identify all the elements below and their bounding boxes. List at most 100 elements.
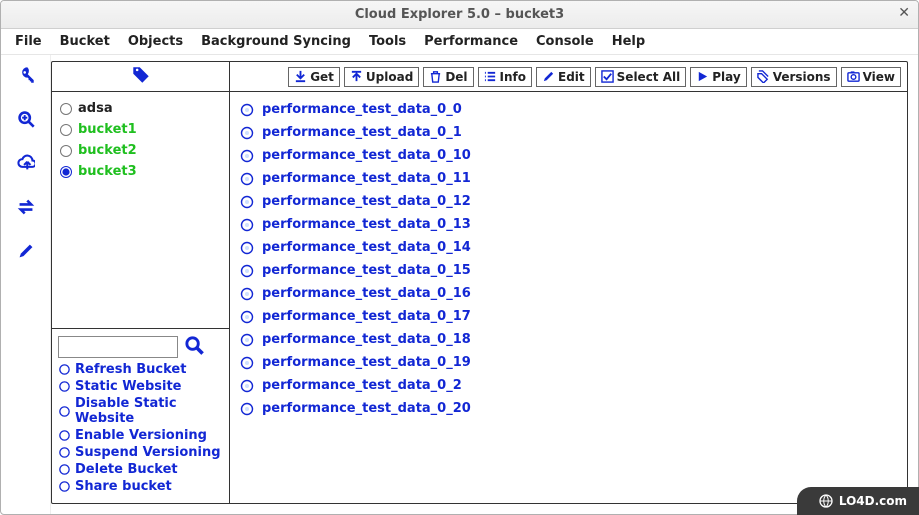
bucket-action-label: Disable Static Website: [75, 396, 223, 426]
main-area: adsa bucket1bucket2bucket3 Refresh Bucket…: [1, 55, 918, 514]
radio-off-icon: [58, 446, 71, 459]
object-list[interactable]: performance_test_data_0_0 performance_tes…: [230, 92, 907, 503]
key-icon[interactable]: [16, 65, 36, 85]
object-icon: [240, 195, 254, 209]
edit-button[interactable]: Edit: [536, 67, 591, 87]
menu-file[interactable]: File: [7, 31, 50, 52]
object-name: performance_test_data_0_11: [262, 171, 471, 186]
app-window: Cloud Explorer 5.0 – bucket3 ✕ File Buck…: [0, 0, 919, 515]
object-row[interactable]: performance_test_data_0_13: [240, 213, 907, 236]
radio-off-icon: [58, 429, 71, 442]
object-row[interactable]: performance_test_data_0_18: [240, 328, 907, 351]
bucket-radio[interactable]: [60, 166, 72, 178]
close-icon[interactable]: ✕: [898, 5, 910, 21]
object-icon: [240, 356, 254, 370]
bucket-row[interactable]: bucket2: [60, 140, 221, 161]
bucket-radio[interactable]: [60, 124, 72, 136]
menu-tools[interactable]: Tools: [361, 31, 414, 52]
object-name: performance_test_data_0_1: [262, 125, 462, 140]
info-button[interactable]: Info: [478, 67, 532, 87]
object-icon: [240, 149, 254, 163]
search-icon[interactable]: [184, 335, 204, 359]
bucket-row[interactable]: bucket1: [60, 119, 221, 140]
sync-icon[interactable]: [16, 197, 36, 217]
object-name: performance_test_data_0_15: [262, 263, 471, 278]
object-row[interactable]: performance_test_data_0_1: [240, 121, 907, 144]
object-row[interactable]: performance_test_data_0_20: [240, 397, 907, 420]
get-button[interactable]: Get: [288, 67, 340, 87]
object-name: performance_test_data_0_10: [262, 148, 471, 163]
radio-off-icon: [58, 480, 71, 493]
object-row[interactable]: performance_test_data_0_17: [240, 305, 907, 328]
object-icon: [240, 172, 254, 186]
play-button[interactable]: Play: [690, 67, 746, 87]
versions-button[interactable]: Versions: [751, 67, 837, 87]
bucket-row[interactable]: adsa: [60, 98, 221, 119]
bucket-actions: Refresh BucketStatic WebsiteDisable Stat…: [52, 359, 229, 503]
bucket-radio[interactable]: [60, 145, 72, 157]
object-icon: [240, 287, 254, 301]
object-name: performance_test_data_0_20: [262, 401, 471, 416]
object-icon: [240, 264, 254, 278]
site-badge-text: LO4D.com: [839, 494, 907, 508]
bucket-action[interactable]: Static Website: [58, 378, 223, 395]
info-label: Info: [500, 70, 526, 84]
menu-bar: File Bucket Objects Background Syncing T…: [1, 29, 918, 55]
object-row[interactable]: performance_test_data_0_10: [240, 144, 907, 167]
object-icon: [240, 241, 254, 255]
bucket-action[interactable]: Disable Static Website: [58, 395, 223, 427]
object-row[interactable]: performance_test_data_0_0: [240, 98, 907, 121]
zoom-in-icon[interactable]: [16, 109, 36, 129]
object-icon: [240, 402, 254, 416]
object-row[interactable]: performance_test_data_0_16: [240, 282, 907, 305]
delete-button[interactable]: Del: [423, 67, 473, 87]
bucket-action-label: Refresh Bucket: [75, 362, 186, 377]
object-list-wrap: performance_test_data_0_0 performance_tes…: [230, 92, 907, 503]
object-icon: [240, 310, 254, 324]
bucket-radio[interactable]: [60, 103, 72, 115]
bucket-list: adsa bucket1bucket2bucket3: [52, 92, 229, 328]
bucket-action[interactable]: Enable Versioning: [58, 427, 223, 444]
object-row[interactable]: performance_test_data_0_11: [240, 167, 907, 190]
bucket-action[interactable]: Delete Bucket: [58, 461, 223, 478]
object-icon: [240, 103, 254, 117]
bucket-action[interactable]: Refresh Bucket: [58, 361, 223, 378]
bucket-action-label: Delete Bucket: [75, 462, 178, 477]
bucket-action[interactable]: Share bucket: [58, 478, 223, 495]
window-title: Cloud Explorer 5.0 – bucket3: [355, 7, 564, 22]
object-name: performance_test_data_0_0: [262, 102, 462, 117]
object-row[interactable]: performance_test_data_0_12: [240, 190, 907, 213]
select-all-label: Select All: [617, 70, 681, 84]
search-input[interactable]: [58, 336, 178, 358]
select-all-button[interactable]: Select All: [595, 67, 687, 87]
radio-off-icon: [58, 363, 71, 376]
tag-icon: [130, 66, 152, 88]
object-row[interactable]: performance_test_data_0_19: [240, 351, 907, 374]
bucket-action-label: Suspend Versioning: [75, 445, 221, 460]
menu-background-syncing[interactable]: Background Syncing: [193, 31, 359, 52]
edit-icon[interactable]: [16, 241, 36, 261]
title-bar: Cloud Explorer 5.0 – bucket3 ✕: [1, 1, 918, 29]
menu-performance[interactable]: Performance: [416, 31, 526, 52]
bucket-action-label: Share bucket: [75, 479, 172, 494]
object-row[interactable]: performance_test_data_0_14: [240, 236, 907, 259]
object-name: performance_test_data_0_12: [262, 194, 471, 209]
bucket-row[interactable]: bucket3: [60, 161, 221, 182]
object-row[interactable]: performance_test_data_0_2: [240, 374, 907, 397]
menu-objects[interactable]: Objects: [120, 31, 191, 52]
get-label: Get: [310, 70, 334, 84]
object-row[interactable]: performance_test_data_0_15: [240, 259, 907, 282]
menu-console[interactable]: Console: [528, 31, 602, 52]
bucket-name: adsa: [78, 101, 113, 116]
del-label: Del: [445, 70, 467, 84]
menu-help[interactable]: Help: [604, 31, 653, 52]
bucket-action[interactable]: Suspend Versioning: [58, 444, 223, 461]
site-badge: LO4D.com: [797, 487, 919, 515]
menu-bucket[interactable]: Bucket: [52, 31, 118, 52]
edit-label: Edit: [558, 70, 585, 84]
globe-icon: [819, 494, 833, 508]
view-button[interactable]: View: [841, 67, 901, 87]
upload-cloud-icon[interactable]: [16, 153, 36, 173]
play-label: Play: [712, 70, 740, 84]
upload-button[interactable]: Upload: [344, 67, 419, 87]
